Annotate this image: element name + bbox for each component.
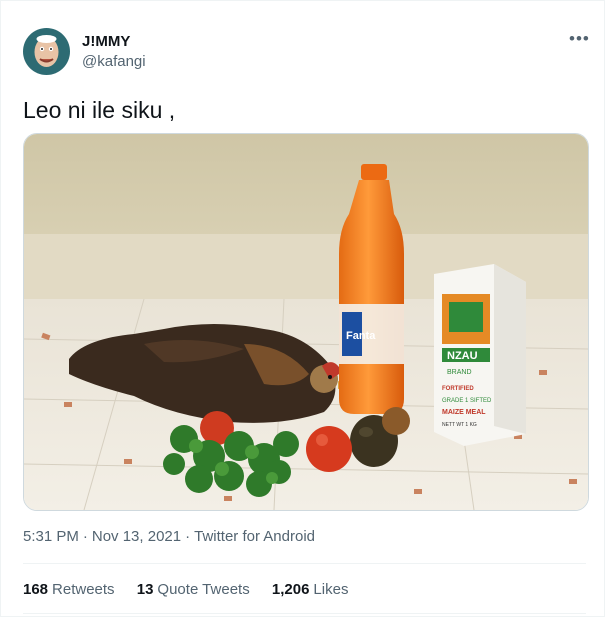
tweet-text: Leo ni ile siku ,	[23, 97, 176, 123]
retweets-label: Retweets	[52, 581, 115, 598]
quote-tweets-count: 13	[136, 581, 154, 598]
tweet-metadata: 5:31 PM · Nov 13, 2021 · Twitter for Android	[23, 528, 315, 545]
bag-brand: NZAU	[447, 350, 478, 362]
tweet-time[interactable]: 5:31 PM	[23, 528, 79, 545]
engagement-stats: 168 Retweets 13 Quote Tweets 1,206 Likes	[23, 581, 366, 598]
bag-line-1: FORTIFIED	[442, 386, 474, 392]
quote-tweets-stat[interactable]: 13 Quote Tweets	[137, 581, 250, 598]
tweet-source[interactable]: Twitter for Android	[194, 528, 315, 545]
likes-stat[interactable]: 1,206 Likes	[272, 581, 349, 598]
bottle-label: Fanta	[346, 330, 376, 342]
tweet-date[interactable]: Nov 13, 2021	[92, 528, 181, 545]
avatar[interactable]	[23, 28, 70, 75]
separator-dot: ·	[185, 528, 191, 545]
separator-dot: ·	[82, 528, 88, 545]
bag-line-3: MAIZE MEAL	[442, 409, 486, 416]
bag-line-2: GRADE 1 SIFTED	[442, 398, 492, 404]
quote-tweets-label: Quote Tweets	[157, 581, 250, 598]
likes-label: Likes	[313, 581, 349, 598]
display-name[interactable]: J!MMY	[82, 33, 130, 50]
more-horizontal-icon[interactable]: •••	[569, 29, 590, 49]
bag-weight: NETT WT 1 KG	[442, 422, 477, 428]
divider	[23, 563, 586, 564]
user-handle[interactable]: @kafangi	[82, 53, 146, 70]
divider	[23, 613, 586, 614]
likes-count: 1,206	[271, 581, 310, 598]
bag-brand-sub: BRAND	[447, 369, 472, 376]
retweets-stat[interactable]: 168 Retweets	[23, 581, 115, 598]
tweet-card: J!MMY @kafangi ••• Leo ni ile siku , Fan…	[0, 0, 605, 617]
avatar-portrait	[34, 35, 59, 67]
tweet-image[interactable]: Fanta NZAU BRAND FORTIFIED GRADE 1 SIFTE…	[23, 133, 589, 511]
retweets-count: 168	[23, 581, 49, 598]
photo-scene: Fanta NZAU BRAND FORTIFIED GRADE 1 SIFTE…	[24, 134, 588, 510]
